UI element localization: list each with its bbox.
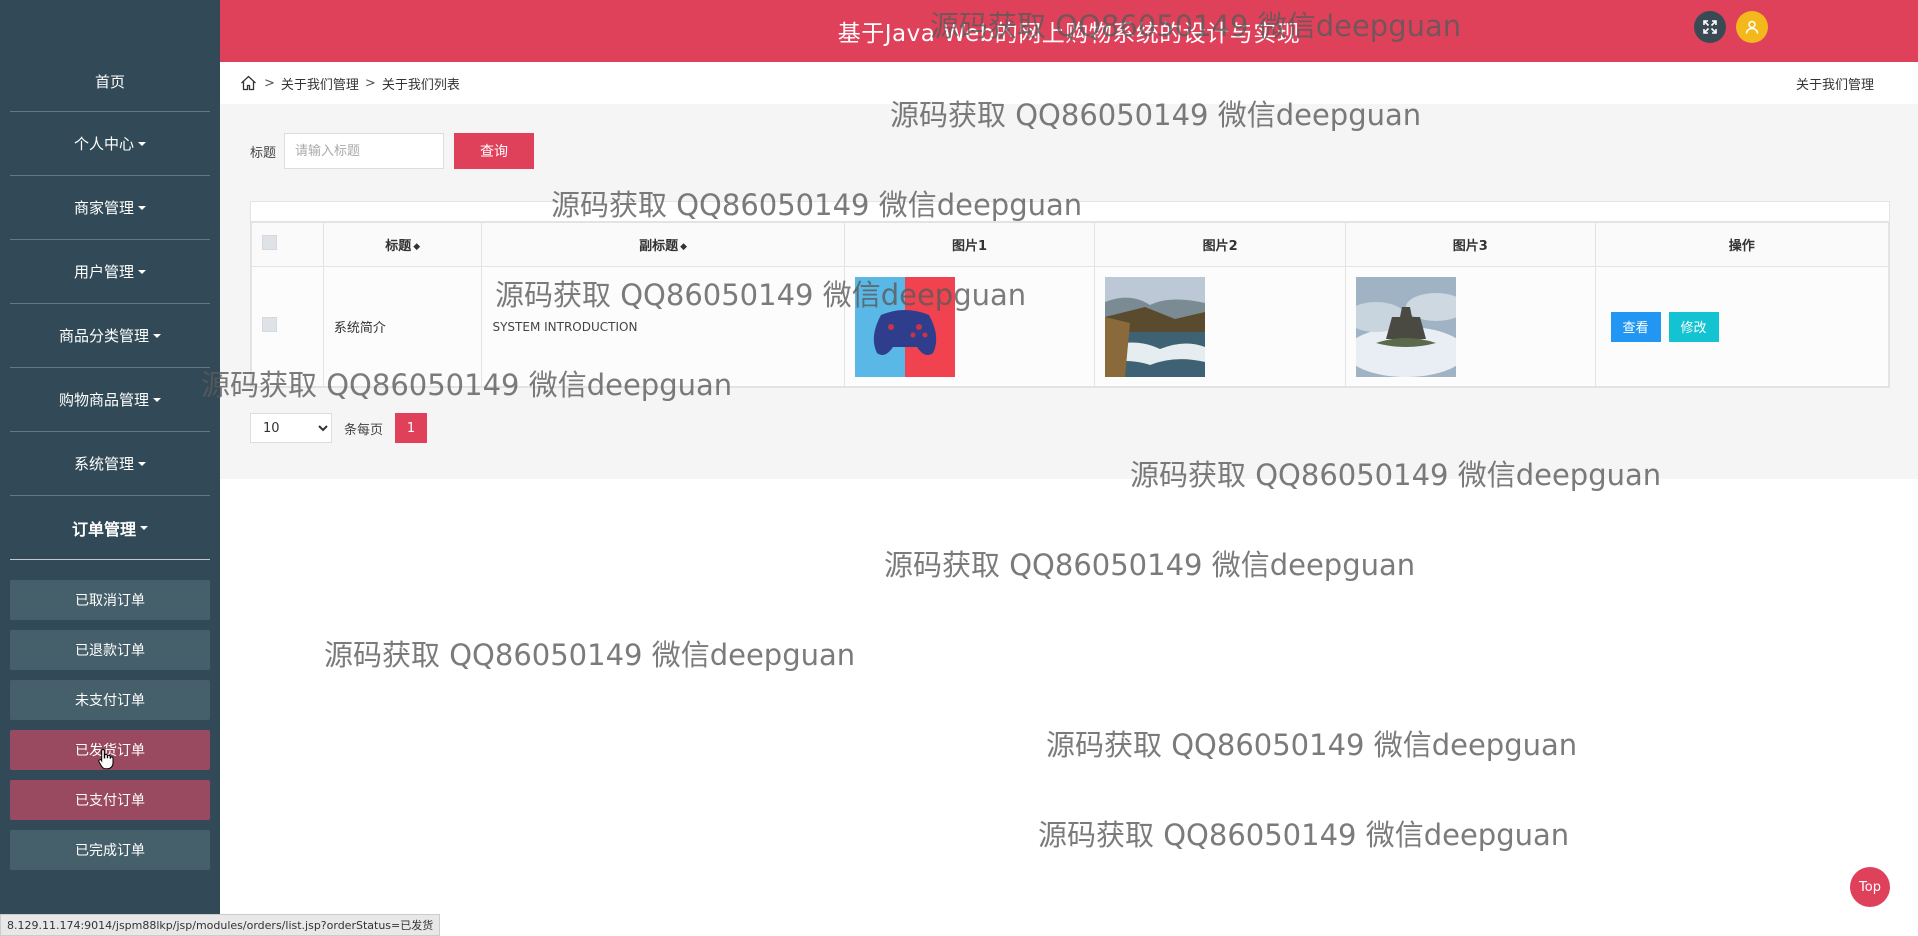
sort-icon[interactable]: ◆ xyxy=(413,242,420,252)
orders-submenu: 已取消订单 已退款订单 未支付订单 已发货订单 已支付订单 已完成订单 xyxy=(0,580,220,870)
data-table: 标题 ◆ 副标题 ◆ 图片1 图片2 图片3 操作 系统简介 SYSTEM INTR… xyxy=(250,201,1890,388)
sidebar-item-system[interactable]: 系统管理 xyxy=(10,432,210,496)
sidebar-item-home[interactable]: 首页 xyxy=(10,52,210,112)
table-row: 系统简介 SYSTEM INTRODUCTION 查看 修改 xyxy=(251,266,1890,387)
sidebar-item-orders[interactable]: 订单管理 xyxy=(10,496,210,560)
submenu-label: 已支付订单 xyxy=(75,793,145,809)
top-header: 基于Java Web的网上购物系统的设计与实现 xyxy=(220,0,1918,62)
cell-actions: 查看 修改 xyxy=(1594,266,1890,387)
submenu-refunded-orders[interactable]: 已退款订单 xyxy=(10,630,210,670)
cell-subtitle: SYSTEM INTRODUCTION xyxy=(481,266,845,387)
page-size-select[interactable]: 10 xyxy=(250,413,332,443)
sidebar-item-label: 购物商品管理 xyxy=(58,391,149,409)
submenu-cancelled-orders[interactable]: 已取消订单 xyxy=(10,580,210,620)
search-form: 标题 查询 xyxy=(250,133,535,169)
back-to-top-button[interactable]: Top xyxy=(1850,867,1890,907)
breadcrumb-level2: 关于我们列表 xyxy=(381,77,460,93)
cell-image1 xyxy=(843,266,1096,387)
column-header-actions: 操作 xyxy=(1594,222,1890,267)
sidebar-item-label: 商家管理 xyxy=(73,199,134,217)
sidebar-item-label: 个人中心 xyxy=(73,135,134,153)
title-search-input[interactable] xyxy=(284,133,445,169)
breadcrumb-separator: > xyxy=(264,75,275,91)
caret-down-icon xyxy=(138,461,146,466)
caret-down-icon xyxy=(140,525,148,530)
sort-icon[interactable]: ◆ xyxy=(680,242,687,252)
cell-image3 xyxy=(1344,266,1596,387)
sidebar: 首页 个人中心 商家管理 用户管理 商品分类管理 购物商品管理 系统管理 订单管… xyxy=(0,0,220,936)
table-toolbar xyxy=(251,202,1889,222)
castle-clouds-image[interactable] xyxy=(1355,276,1456,377)
watermark-text: 源码获取 QQ86050149 微信deepguan xyxy=(1038,818,1570,852)
user-icon xyxy=(1745,20,1759,34)
view-button[interactable]: 查看 xyxy=(1610,311,1661,342)
caret-down-icon xyxy=(138,141,146,146)
caret-down-icon xyxy=(153,333,161,338)
expand-icon xyxy=(1703,20,1717,34)
per-page-label: 条每页 xyxy=(344,422,384,438)
sidebar-item-label: 订单管理 xyxy=(71,519,136,539)
fullscreen-button[interactable] xyxy=(1694,11,1726,43)
submenu-label: 已完成订单 xyxy=(75,843,145,859)
submenu-completed-orders[interactable]: 已完成订单 xyxy=(10,830,210,870)
search-label: 标题 xyxy=(250,145,277,161)
select-all-checkbox[interactable] xyxy=(262,235,277,250)
caret-down-icon xyxy=(153,397,161,402)
cell-image2 xyxy=(1094,266,1346,387)
gamepad-image[interactable] xyxy=(854,276,955,377)
pagination: 10 条每页 1 xyxy=(250,413,428,443)
sidebar-item-users[interactable]: 用户管理 xyxy=(10,240,210,304)
user-avatar-button[interactable] xyxy=(1736,11,1768,43)
table-header-row: 标题 ◆ 副标题 ◆ 图片1 图片2 图片3 操作 xyxy=(251,222,1890,267)
submenu-label: 已取消订单 xyxy=(75,593,145,609)
sidebar-item-personal-center[interactable]: 个人中心 xyxy=(10,112,210,176)
home-icon[interactable] xyxy=(240,74,258,92)
breadcrumb-separator: > xyxy=(364,75,376,91)
page-section-title: 关于我们管理 xyxy=(1795,77,1874,93)
hand-cursor-icon xyxy=(98,748,114,770)
browser-status-url: 8.129.11.174:9014/jspm88lkp/jsp/modules/… xyxy=(0,914,441,936)
coast-waves-image[interactable] xyxy=(1105,276,1206,377)
sidebar-item-label: 用户管理 xyxy=(73,263,134,281)
submenu-unpaid-orders[interactable]: 未支付订单 xyxy=(10,680,210,720)
sidebar-item-merchant[interactable]: 商家管理 xyxy=(10,176,210,240)
cell-title: 系统简介 xyxy=(322,266,483,387)
sidebar-item-label: 商品分类管理 xyxy=(58,327,149,345)
breadcrumb: > 关于我们管理 > 关于我们列表 关于我们管理 xyxy=(220,62,1918,104)
app-title: 基于Java Web的网上购物系统的设计与实现 xyxy=(837,21,1301,47)
sidebar-item-label: 首页 xyxy=(94,73,125,91)
sidebar-item-products[interactable]: 购物商品管理 xyxy=(10,368,210,432)
main-content: 标题 查询 标题◆ 副标题◆ 图片1 图片2 图片3 操 xyxy=(220,104,1918,479)
app-root: 首页 个人中心 商家管理 用户管理 商品分类管理 购物商品管理 系统管理 订单管… xyxy=(0,0,1918,936)
edit-button[interactable]: 修改 xyxy=(1668,311,1719,342)
column-header-image3: 图片3 xyxy=(1344,222,1596,267)
breadcrumb-level1[interactable]: 关于我们管理 xyxy=(281,74,359,93)
watermark-text: 源码获取 QQ86050149 微信deepguan xyxy=(884,548,1416,582)
caret-down-icon xyxy=(138,205,146,210)
sidebar-item-label: 系统管理 xyxy=(73,455,134,473)
column-header-image1: 图片1 xyxy=(843,222,1096,267)
page-button-current[interactable]: 1 xyxy=(395,413,428,443)
submenu-label: 未支付订单 xyxy=(75,693,145,709)
submenu-paid-orders[interactable]: 已支付订单 xyxy=(10,780,210,820)
watermark-text: 源码获取 QQ86050149 微信deepguan xyxy=(324,638,856,672)
row-checkbox[interactable] xyxy=(262,317,277,332)
column-header-image2: 图片2 xyxy=(1094,222,1346,267)
search-button[interactable]: 查询 xyxy=(454,133,535,169)
column-header-title[interactable]: 标题 ◆ xyxy=(322,222,483,267)
sidebar-item-category[interactable]: 商品分类管理 xyxy=(10,304,210,368)
submenu-label: 已退款订单 xyxy=(75,643,145,659)
watermark-text: 源码获取 QQ86050149 微信deepguan xyxy=(1046,728,1578,762)
column-header-subtitle[interactable]: 副标题 ◆ xyxy=(481,222,845,267)
caret-down-icon xyxy=(138,269,146,274)
